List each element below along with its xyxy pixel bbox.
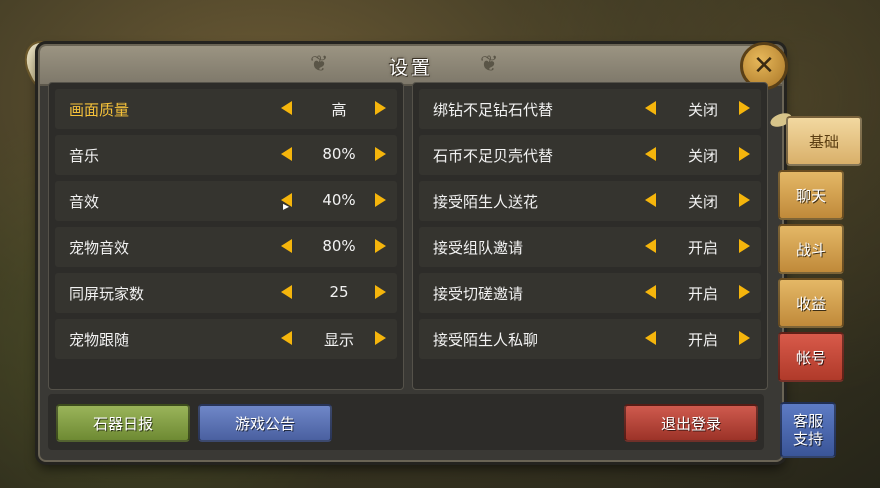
setting-value: 开启	[687, 239, 718, 257]
arrow-right-icon[interactable]	[739, 101, 750, 115]
arrow-left-icon[interactable]	[645, 101, 656, 115]
arrow-right-icon[interactable]	[739, 331, 750, 345]
arrow-left-icon[interactable]	[645, 147, 656, 161]
setting-value: 关闭	[687, 101, 718, 119]
setting-row: 宠物音效 80%	[55, 227, 397, 267]
arrow-right-icon[interactable]	[375, 193, 386, 207]
tab-account[interactable]: 帐号	[778, 332, 844, 382]
announcement-button[interactable]: 游戏公告	[198, 404, 332, 442]
setting-value: 40%	[322, 191, 356, 209]
swirl-ornament-icon: ❦	[480, 52, 499, 77]
setting-label: 石币不足贝壳代替	[433, 147, 554, 165]
setting-label: 接受组队邀请	[433, 239, 524, 257]
logout-button[interactable]: 退出登录	[624, 404, 758, 442]
tab-income[interactable]: 收益	[778, 278, 844, 328]
arrow-left-icon[interactable]	[281, 331, 292, 345]
setting-label: 宠物音效	[69, 239, 130, 257]
setting-label: 接受切磋邀请	[433, 285, 524, 303]
arrow-left-icon[interactable]	[281, 101, 292, 115]
setting-row: 音效 40%	[55, 181, 397, 221]
arrow-right-icon[interactable]	[375, 331, 386, 345]
arrow-left-icon[interactable]	[645, 239, 656, 253]
setting-row: 同屏玩家数 25	[55, 273, 397, 313]
arrow-right-icon[interactable]	[739, 193, 750, 207]
setting-value: 开启	[687, 331, 718, 349]
arrow-right-icon[interactable]	[375, 239, 386, 253]
setting-label: 绑钻不足钻石代替	[433, 101, 554, 119]
arrow-left-icon[interactable]	[645, 285, 656, 299]
arrow-right-icon[interactable]	[375, 101, 386, 115]
setting-label: 音乐	[69, 147, 100, 165]
setting-row: 画面质量 高	[55, 89, 397, 129]
setting-row: 接受陌生人私聊 开启	[419, 319, 761, 359]
setting-label: 接受陌生人私聊	[433, 331, 539, 349]
arrow-right-icon[interactable]	[739, 239, 750, 253]
support-label-line1: 客服	[792, 412, 823, 430]
setting-value: 开启	[687, 285, 718, 303]
setting-value: 高	[331, 101, 347, 119]
setting-row: 石币不足贝壳代替 关闭	[419, 135, 761, 175]
setting-value: 显示	[323, 331, 354, 349]
arrow-left-icon[interactable]	[645, 193, 656, 207]
arrow-right-icon[interactable]	[375, 285, 386, 299]
panel-header: ❦ 设置 ❦	[40, 46, 782, 86]
arrow-right-icon[interactable]	[375, 147, 386, 161]
tab-battle[interactable]: 战斗	[778, 224, 844, 274]
setting-label: 同屏玩家数	[69, 285, 145, 303]
setting-value: 80%	[322, 237, 356, 255]
setting-label: 宠物跟随	[69, 331, 130, 349]
setting-value: 关闭	[687, 193, 718, 211]
arrow-left-icon[interactable]	[281, 147, 292, 161]
setting-row: 接受陌生人送花 关闭	[419, 181, 761, 221]
setting-row: 接受组队邀请 开启	[419, 227, 761, 267]
close-x-icon: ✕	[753, 51, 775, 81]
arrow-right-icon[interactable]	[739, 147, 750, 161]
tab-basic[interactable]: 基础	[786, 116, 862, 166]
setting-row: 接受切磋邀请 开启	[419, 273, 761, 313]
setting-label: 画面质量	[69, 101, 130, 119]
arrow-left-icon[interactable]	[281, 239, 292, 253]
arrow-left-icon[interactable]	[645, 331, 656, 345]
page-title: 设置	[388, 57, 433, 79]
setting-label: 接受陌生人送花	[433, 193, 539, 211]
setting-value: 25	[329, 283, 349, 301]
setting-row: 音乐 80%	[55, 135, 397, 175]
mouse-cursor-icon: ▸	[283, 199, 290, 213]
setting-value: 80%	[322, 145, 356, 163]
arrow-left-icon[interactable]	[281, 285, 292, 299]
setting-row: 宠物跟随 显示	[55, 319, 397, 359]
daily-report-button[interactable]: 石器日报	[56, 404, 190, 442]
support-button[interactable]: 客服 支持	[780, 402, 836, 458]
left-settings-list: 画面质量 高音乐 80% 音效 40% 宠物音效 80% 同屏玩家数 25 宠物跟随 显示	[48, 82, 404, 390]
support-label-line2: 支持	[792, 430, 823, 448]
setting-label: 音效	[69, 193, 100, 211]
tab-chat[interactable]: 聊天	[778, 170, 844, 220]
setting-row: 绑钻不足钻石代替 关闭	[419, 89, 761, 129]
arrow-right-icon[interactable]	[739, 285, 750, 299]
setting-value: 关闭	[687, 147, 718, 165]
right-settings-list: 绑钻不足钻石代替 关闭 石币不足贝壳代替 关闭 接受陌生人送花 关闭 接受组队邀请 开启 接受切…	[412, 82, 768, 390]
